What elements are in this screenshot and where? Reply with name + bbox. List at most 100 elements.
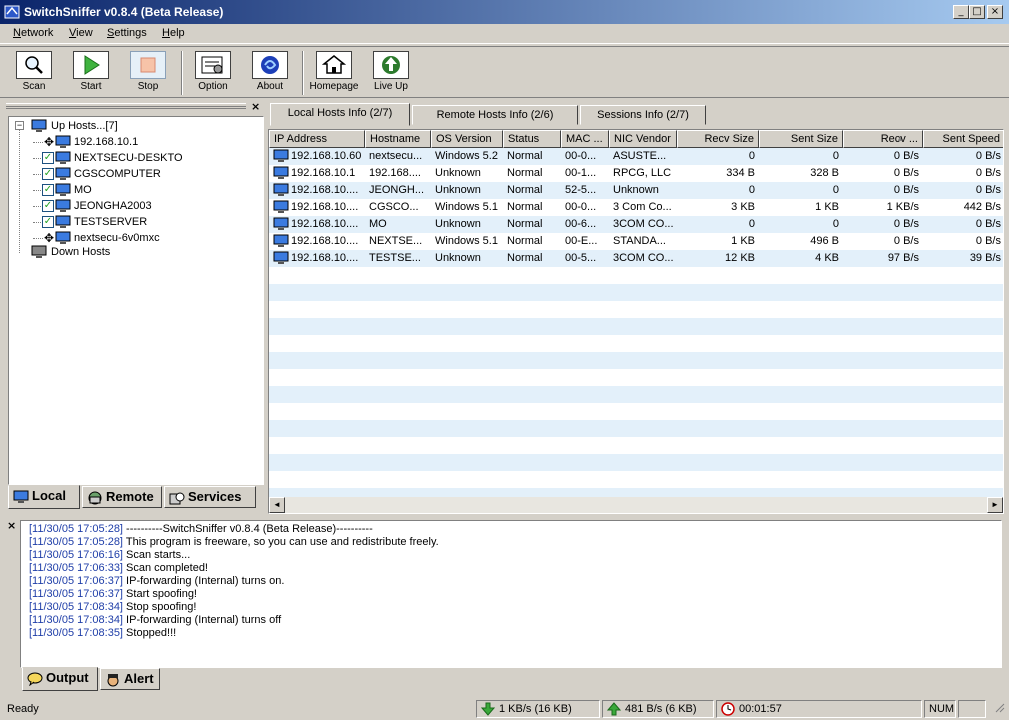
live-up-button[interactable]: Live Up: [363, 51, 419, 95]
table-row: [269, 386, 1003, 403]
log-timestamp: [11/30/05 17:08:34]: [29, 614, 123, 626]
cell-value: 1 KB/s: [886, 201, 919, 213]
log-timestamp: [11/30/05 17:06:37]: [29, 575, 123, 587]
table-cell: 00-E...: [561, 233, 609, 250]
checkbox-icon[interactable]: ✓: [42, 152, 54, 165]
tab-remote-hosts-info[interactable]: Remote Hosts Info (2/6): [412, 105, 578, 125]
output-icon: [27, 672, 43, 686]
table-cell: Normal: [503, 216, 561, 233]
about-button[interactable]: About: [242, 51, 298, 95]
table-cell: 0 B/s: [843, 216, 923, 233]
cell-value: 00-0...: [565, 201, 597, 213]
cell-value: 1 KB: [731, 235, 755, 247]
tab-sessions-info[interactable]: Sessions Info (2/7): [580, 105, 706, 125]
status-down-rate: 1 KB/s (16 KB): [476, 700, 600, 718]
table-cell: Normal: [503, 233, 561, 250]
option-button[interactable]: Option: [185, 51, 241, 95]
checkbox-icon[interactable]: ✓: [42, 200, 54, 213]
table-row[interactable]: 192.168.10.1 192.168.... Unknown Normal 00-1…: [269, 165, 1003, 182]
table-row: [269, 471, 1003, 488]
menu-help[interactable]: Help: [162, 27, 185, 39]
tab-remote[interactable]: Remote: [82, 486, 162, 508]
close-button[interactable]: ×: [987, 5, 1003, 19]
table-row: [269, 420, 1003, 437]
table-row[interactable]: 192.168.10.60 nextsecu... Windows 5.2 Norma…: [269, 148, 1003, 165]
maximize-button[interactable]: □: [969, 5, 985, 19]
menu-network[interactable]: Network: [13, 27, 53, 39]
cell-value: 52-5...: [565, 184, 597, 196]
table-cell: 192.168.10....: [269, 182, 365, 199]
homepage-label: Homepage: [309, 81, 359, 92]
table-cell: 192.168.10....: [269, 233, 365, 250]
tree-panel-close-icon[interactable]: ×: [251, 100, 260, 113]
cell-value: 0 B/s: [975, 150, 1001, 162]
table-row[interactable]: 192.168.10.... CGSCO... Windows 5.1 Normal 0…: [269, 199, 1003, 216]
table-cell: 00-1...: [561, 165, 609, 182]
host-label: CGSCOMPUTER: [74, 168, 161, 180]
live-up-icon: [373, 51, 409, 79]
table-cell: 0 B/s: [923, 165, 1003, 182]
log-line: [11/30/05 17:06:37] IP-forwarding (Inter…: [29, 575, 1001, 588]
column-header[interactable]: Sent Size: [759, 130, 843, 148]
table-row[interactable]: 192.168.10.... TESTSE... Unknown Normal 00-5…: [269, 250, 1003, 267]
table-cell: Normal: [503, 182, 561, 199]
checkbox-icon[interactable]: ✓: [42, 216, 54, 229]
column-header[interactable]: Hostname: [365, 130, 431, 148]
stop-button[interactable]: Stop: [120, 51, 176, 95]
table-row: [269, 369, 1003, 386]
column-header[interactable]: Status: [503, 130, 561, 148]
cell-value: 192.168.10....: [291, 252, 359, 264]
log-timestamp: [11/30/05 17:05:28]: [29, 536, 123, 548]
cell-value: 0: [832, 218, 839, 230]
table-row: [269, 284, 1003, 301]
tab-alert[interactable]: Alert: [100, 668, 160, 690]
status-up-rate: 481 B/s (6 KB): [602, 700, 714, 718]
menu-settings[interactable]: Settings: [107, 27, 147, 39]
column-header[interactable]: Sent Speed: [923, 130, 1003, 148]
table-row[interactable]: 192.168.10.... MO Unknown Normal 00-6... 3COM…: [269, 216, 1003, 233]
tab-local-hosts-info[interactable]: Local Hosts Info (2/7): [270, 103, 410, 126]
panel-grip[interactable]: [6, 103, 246, 109]
minimize-button[interactable]: _: [953, 5, 969, 19]
scroll-right-icon[interactable]: ►: [987, 497, 1003, 513]
cell-value: 496 B: [810, 235, 839, 247]
tab-local[interactable]: Local: [8, 485, 80, 509]
table-row[interactable]: 192.168.10.... NEXTSE... Windows 5.1 Normal…: [269, 233, 1003, 250]
scroll-left-icon[interactable]: ◄: [269, 497, 285, 513]
log-message: IP-forwarding (Internal) turns on.: [123, 575, 285, 587]
stop-label: Stop: [137, 81, 159, 92]
cell-value: RPCG, LLC: [613, 167, 672, 179]
horizontal-scrollbar[interactable]: ◄ ►: [269, 497, 1003, 513]
cell-value: 00-E...: [565, 235, 598, 247]
alert-icon: [107, 673, 119, 687]
column-header[interactable]: Recv Size: [677, 130, 759, 148]
column-header-label: NIC Vendor: [614, 133, 671, 145]
column-header[interactable]: IP Address: [269, 130, 365, 148]
start-label: Start: [80, 81, 102, 92]
log-message: ----------SwitchSniffer v0.8.4 (Beta Rel…: [123, 523, 373, 535]
table-cell: 52-5...: [561, 182, 609, 199]
tab-output[interactable]: Output: [22, 667, 98, 691]
table-cell: 0: [759, 182, 843, 199]
cell-value: Unknown: [435, 252, 481, 264]
size-grip-icon[interactable]: [988, 700, 1006, 718]
cell-value: 192.168.10.1: [291, 167, 356, 179]
column-header[interactable]: OS Version: [431, 130, 503, 148]
column-header[interactable]: NIC Vendor: [609, 130, 677, 148]
column-header[interactable]: MAC ...: [561, 130, 609, 148]
menu-view[interactable]: View: [69, 27, 93, 39]
output-panel-close-icon[interactable]: ×: [7, 519, 16, 532]
tab-services[interactable]: Services: [164, 486, 256, 508]
homepage-button[interactable]: Homepage: [306, 51, 362, 95]
scan-button[interactable]: Scan: [6, 51, 62, 95]
info-tabs: Local Hosts Info (2/7) Remote Hosts Info…: [268, 103, 1008, 126]
start-button[interactable]: Start: [63, 51, 119, 95]
checkbox-icon[interactable]: ✓: [42, 184, 54, 197]
up-rate-label: 481 B/s (6 KB): [625, 703, 697, 715]
column-header-label: OS Version: [436, 133, 492, 145]
table-cell: JEONGH...: [365, 182, 431, 199]
table-row[interactable]: 192.168.10.... JEONGH... Unknown Normal 52-5…: [269, 182, 1003, 199]
table-cell: 0 B/s: [843, 182, 923, 199]
column-header[interactable]: Recv ... ▲: [843, 130, 923, 148]
checkbox-icon[interactable]: ✓: [42, 168, 54, 181]
